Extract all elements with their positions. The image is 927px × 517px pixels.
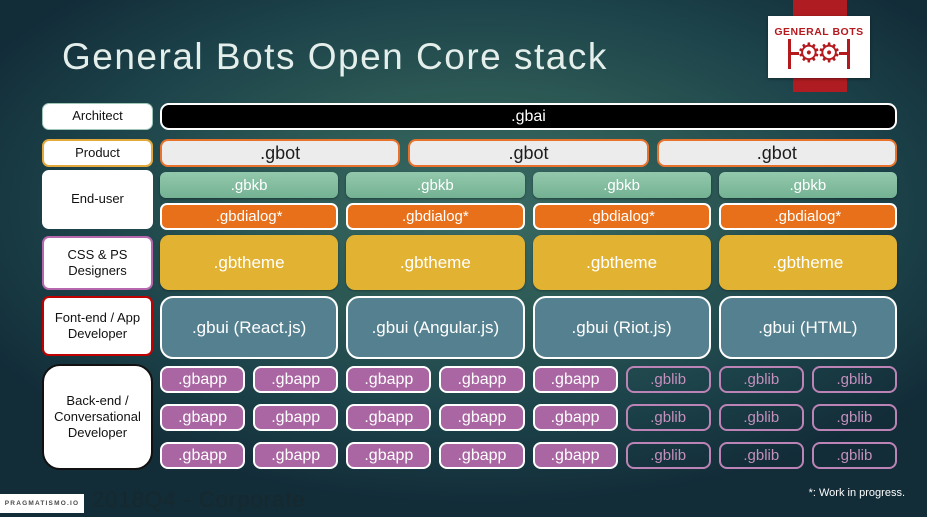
- gbapp-box: .gbapp: [160, 442, 246, 469]
- gbapp-box: .gbapp: [346, 366, 432, 393]
- gblib-box: .gblib: [811, 404, 897, 431]
- gbapp-box: .gbapp: [160, 366, 246, 393]
- row-label-end-user: End-user: [42, 170, 153, 229]
- gbapp-box: .gbapp: [253, 404, 339, 431]
- gbtheme-box: .gbtheme: [718, 235, 897, 290]
- row-label-architect: Architect: [42, 103, 153, 130]
- gbapp-box: .gbapp: [439, 366, 525, 393]
- row-label-frontend-app-developer: Font-end / App Developer: [42, 296, 153, 356]
- general-bots-logo: GENERAL BOTS ⚙ ⚙: [768, 16, 870, 78]
- row-gbai: .gbai: [160, 103, 897, 130]
- row-label-backend-conversational-developer: Back-end / Conversational Developer: [42, 364, 153, 470]
- gbapp-box: .gbapp: [532, 442, 618, 469]
- row-gbdialog: .gbdialog* .gbdialog* .gbdialog* .gbdial…: [160, 203, 897, 230]
- row-gbtheme: .gbtheme .gbtheme .gbtheme .gbtheme: [160, 235, 897, 290]
- gbot-box: .gbot: [160, 139, 401, 167]
- gears-icon: ⚙ ⚙: [788, 38, 850, 69]
- gbapp-box: .gbapp: [532, 404, 618, 431]
- gbui-riot-box: .gbui (Riot.js): [532, 296, 711, 359]
- gbtheme-box: .gbtheme: [532, 235, 711, 290]
- brand-logo-text: GENERAL BOTS: [774, 25, 864, 38]
- row-gbapp-gblib-3: .gbapp .gbapp .gbapp .gbapp .gbapp .gbli…: [160, 442, 897, 469]
- gblib-box: .gblib: [811, 442, 897, 469]
- gbapp-box: .gbapp: [160, 404, 246, 431]
- gbkb-box: .gbkb: [346, 172, 525, 198]
- gbapp-box: .gbapp: [253, 442, 339, 469]
- gear-icon: ⚙: [817, 38, 842, 68]
- row-gbapp-gblib-1: .gbapp .gbapp .gbapp .gbapp .gbapp .gbli…: [160, 366, 897, 393]
- gbdialog-box: .gbdialog*: [346, 203, 525, 230]
- gblib-box: .gblib: [718, 404, 804, 431]
- row-gbui: .gbui (React.js) .gbui (Angular.js) .gbu…: [160, 296, 897, 359]
- gbui-react-box: .gbui (React.js): [160, 296, 339, 359]
- gbkb-box: .gbkb: [718, 172, 897, 198]
- gblib-box: .gblib: [625, 366, 711, 393]
- gbapp-box: .gbapp: [439, 404, 525, 431]
- row-gbot: .gbot .gbot .gbot: [160, 139, 897, 167]
- gbapp-box: .gbapp: [346, 404, 432, 431]
- page-title: General Bots Open Core stack: [62, 36, 608, 77]
- gblib-box: .gblib: [718, 442, 804, 469]
- row-gbapp-gblib-2: .gbapp .gbapp .gbapp .gbapp .gbapp .gbli…: [160, 404, 897, 431]
- gbdialog-box: .gbdialog*: [532, 203, 711, 230]
- gblib-box: .gblib: [718, 366, 804, 393]
- footer-caption: 2018Q4 - Corporate: [92, 487, 306, 512]
- gblib-box: .gblib: [625, 404, 711, 431]
- gbapp-box: .gbapp: [253, 366, 339, 393]
- gbtheme-box: .gbtheme: [346, 235, 525, 290]
- pragmatismo-badge: PRAGMATISMO.IO: [0, 494, 84, 513]
- gblib-box: .gblib: [811, 366, 897, 393]
- gbapp-box: .gbapp: [439, 442, 525, 469]
- gblib-box: .gblib: [625, 442, 711, 469]
- gear-stub-right: [839, 52, 848, 55]
- gbot-box: .gbot: [408, 139, 649, 167]
- gbtheme-box: .gbtheme: [160, 235, 339, 290]
- gbkb-box: .gbkb: [532, 172, 711, 198]
- gbapp-box: .gbapp: [346, 442, 432, 469]
- gbdialog-box: .gbdialog*: [160, 203, 339, 230]
- gbkb-box: .gbkb: [160, 172, 339, 198]
- gbui-angular-box: .gbui (Angular.js): [346, 296, 525, 359]
- row-label-css-ps-designers: CSS & PS Designers: [42, 236, 153, 290]
- gear-bar-right: [847, 38, 850, 69]
- gbot-box: .gbot: [656, 139, 897, 167]
- slide: General Bots Open Core stack GENERAL BOT…: [0, 0, 927, 517]
- gbui-html-box: .gbui (HTML): [718, 296, 897, 359]
- gbapp-box: .gbapp: [532, 366, 618, 393]
- gbai-box: .gbai: [160, 103, 897, 130]
- work-in-progress-footnote: *: Work in progress.: [808, 487, 905, 499]
- gbdialog-box: .gbdialog*: [718, 203, 897, 230]
- row-gbkb: .gbkb .gbkb .gbkb .gbkb: [160, 172, 897, 198]
- row-label-product: Product: [42, 139, 153, 167]
